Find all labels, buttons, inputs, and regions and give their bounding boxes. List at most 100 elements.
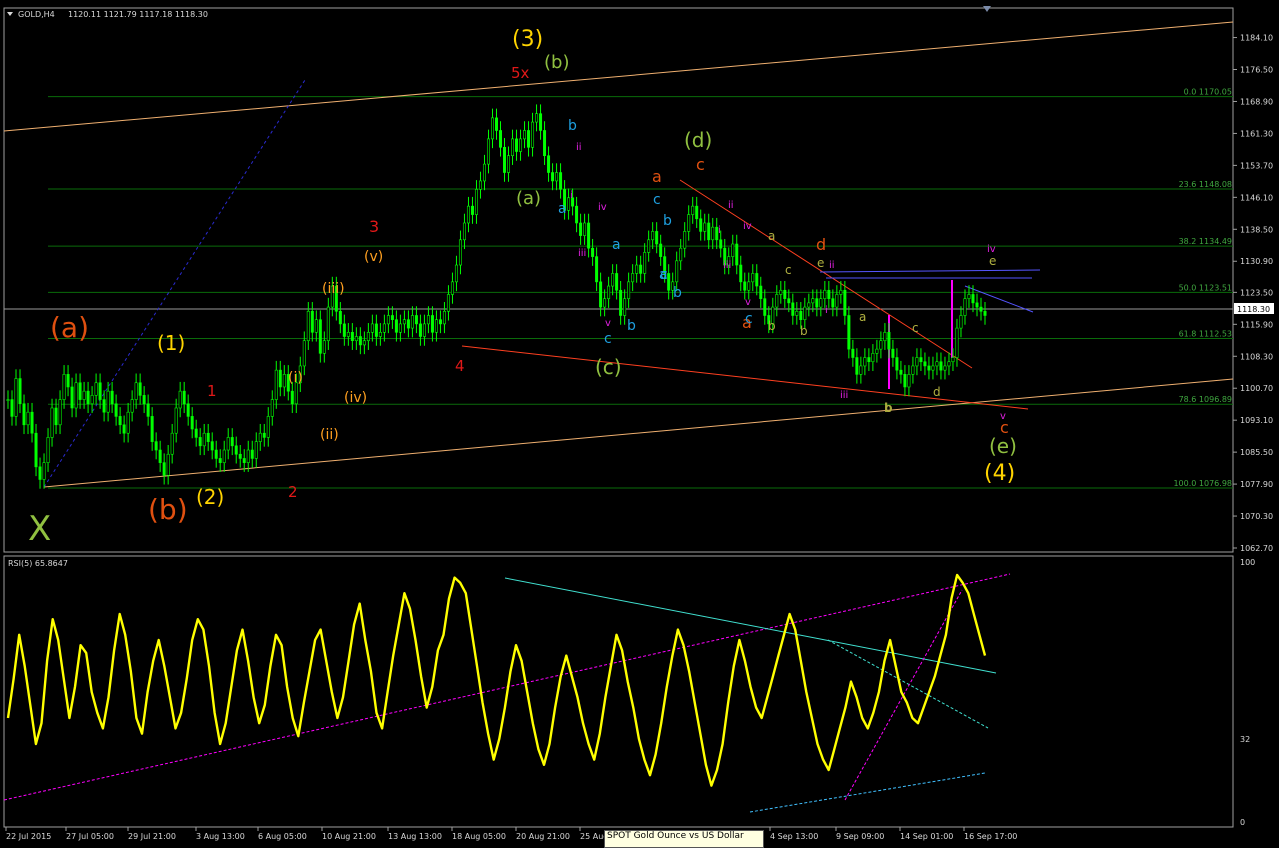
- candle-body: [242, 458, 246, 463]
- candle-body: [62, 374, 66, 400]
- price-tick-label: 1115.90: [1240, 320, 1273, 329]
- tooltip-line-1: SPOT Gold Ounce vs US Dollar: [607, 831, 744, 841]
- candle-body: [735, 243, 739, 266]
- candle-body: [198, 437, 202, 447]
- candle-body: [823, 289, 827, 299]
- wave-label: (ii): [320, 427, 339, 443]
- candle-body: [595, 256, 599, 283]
- candle-body: [743, 281, 747, 291]
- price-tick-label: 1153.70: [1240, 161, 1273, 170]
- candle-body: [899, 369, 903, 375]
- candle-body: [166, 453, 170, 476]
- wave-label: (c): [595, 355, 622, 379]
- candle-body: [667, 273, 671, 291]
- candle-body: [342, 323, 346, 337]
- wave-label: b: [673, 285, 682, 301]
- time-tick-label: 29 Jul 21:00: [128, 832, 176, 841]
- candle-body: [14, 378, 18, 417]
- candle-body: [310, 310, 314, 333]
- fib-label: 100.0 1076.98: [1173, 479, 1232, 488]
- candle-body: [450, 281, 454, 295]
- candle-body: [494, 117, 498, 131]
- candle-body: [426, 315, 430, 325]
- candle-body: [22, 403, 26, 426]
- candle-body: [110, 390, 114, 405]
- wave-label: e: [989, 254, 996, 268]
- candle-body: [438, 319, 442, 325]
- candle-body: [146, 403, 150, 417]
- candle-body: [655, 231, 659, 245]
- candle-body: [178, 390, 182, 409]
- candle-body: [302, 340, 306, 367]
- rsi-tick-label: 100: [1240, 558, 1255, 567]
- candle-body: [787, 298, 791, 304]
- candle-body: [274, 369, 278, 400]
- candle-body: [318, 319, 322, 354]
- fib-label: 50.0 1123.51: [1179, 283, 1232, 292]
- candle-body: [38, 466, 42, 480]
- candle-body: [442, 310, 446, 325]
- wave-label: a: [612, 237, 621, 253]
- candle-body: [675, 260, 679, 283]
- candle-body: [691, 205, 695, 215]
- candle-body: [306, 310, 310, 342]
- wave-label: b: [627, 318, 636, 334]
- candle-body: [414, 315, 418, 325]
- candle-body: [575, 205, 579, 224]
- candle-body: [615, 273, 619, 291]
- candle-body: [603, 298, 607, 308]
- candle-body: [791, 302, 795, 316]
- candle-body: [326, 306, 330, 342]
- wave-label: (a): [516, 188, 541, 209]
- candle-body: [807, 302, 811, 308]
- candle-body: [887, 332, 891, 350]
- candle-body: [871, 353, 875, 363]
- candle-body: [631, 273, 635, 283]
- price-tick-label: 1138.50: [1240, 225, 1273, 234]
- candle-body: [827, 289, 831, 299]
- candle-body: [374, 323, 378, 337]
- candle-body: [511, 138, 515, 157]
- candle-body: [903, 374, 907, 388]
- wave-label: (2): [196, 485, 224, 509]
- candle-body: [218, 458, 222, 463]
- candle-body: [114, 403, 118, 417]
- wave-label: iv: [743, 221, 752, 232]
- time-tick-label: 16 Sep 17:00: [964, 832, 1017, 841]
- time-tick-label: 3 Aug 13:00: [196, 832, 245, 841]
- candle-body: [975, 302, 979, 308]
- candle-body: [779, 289, 783, 295]
- fib-label: 0.0 1170.05: [1184, 88, 1232, 97]
- candle-body: [246, 449, 250, 463]
- candle-body: [262, 432, 266, 438]
- candle-body: [98, 382, 102, 400]
- candle-body: [490, 117, 494, 140]
- wave-label: (b): [148, 493, 188, 526]
- wave-label: c: [604, 331, 612, 347]
- candle-body: [410, 315, 414, 329]
- candle-body: [66, 374, 70, 388]
- candle-body: [647, 239, 651, 253]
- wave-label: c: [653, 192, 661, 208]
- wave-label: (iv): [344, 390, 367, 406]
- candle-body: [639, 264, 643, 274]
- wave-label: (a): [50, 311, 89, 344]
- candle-body: [210, 441, 214, 451]
- candle-body: [194, 428, 198, 438]
- candle-body: [26, 411, 30, 426]
- time-tick-label: 9 Sep 09:00: [836, 832, 884, 841]
- candle-body: [290, 390, 294, 405]
- time-tick-label: 10 Aug 21:00: [322, 832, 376, 841]
- candle-body: [907, 374, 911, 388]
- candle-body: [955, 327, 959, 358]
- candle-body: [607, 285, 611, 299]
- candle-body: [154, 441, 158, 451]
- candle-body: [366, 332, 370, 342]
- candle-body: [34, 432, 38, 468]
- candle-body: [775, 294, 779, 308]
- wave-label: a: [652, 167, 662, 186]
- candle-body: [583, 222, 587, 236]
- candle-body: [703, 222, 707, 232]
- candle-body: [466, 205, 470, 224]
- candle-body: [699, 218, 703, 232]
